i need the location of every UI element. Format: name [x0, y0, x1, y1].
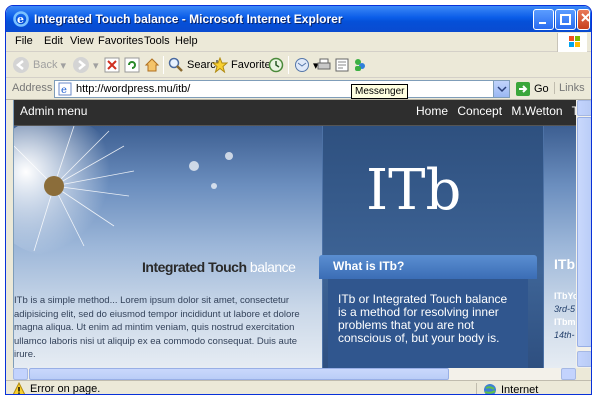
- vertical-scroll-thumb[interactable]: [577, 117, 591, 347]
- menu-edit[interactable]: Edit: [44, 35, 63, 47]
- scroll-right-button[interactable]: [561, 368, 576, 380]
- nav-mwetton-link[interactable]: M.Wetton: [511, 104, 562, 118]
- security-zone[interactable]: Internet: [476, 383, 539, 395]
- what-is-itb-tab[interactable]: What is ITb?: [319, 255, 537, 279]
- horizontal-scroll-thumb[interactable]: [29, 368, 449, 380]
- maximize-button[interactable]: [555, 9, 576, 30]
- error-warning-icon[interactable]: [12, 382, 26, 395]
- status-message: Error on page.: [30, 383, 101, 395]
- what-is-itb-box: ITb or Integrated Touch balance is a met…: [328, 279, 528, 368]
- forward-arrow-icon: [73, 57, 89, 73]
- toolbar-separator: [163, 56, 164, 74]
- zone-label: Internet: [501, 384, 539, 395]
- page-viewport[interactable]: Admin menu Home Concept M.Wetton T: [13, 100, 576, 368]
- toolbar-separator: [288, 56, 289, 74]
- browser-window: e Integrated Touch balance - Microsoft I…: [5, 5, 592, 395]
- history-icon: [268, 57, 284, 73]
- back-dropdown-icon[interactable]: ▾: [60, 59, 66, 72]
- back-button[interactable]: Back ▾: [12, 55, 66, 75]
- window-title: Integrated Touch balance - Microsoft Int…: [34, 12, 343, 26]
- stop-button[interactable]: [104, 55, 120, 75]
- site-nav-links: Home Concept M.Wetton T: [416, 104, 576, 118]
- right-column-heading: ITb: [554, 256, 575, 272]
- nav-home-link[interactable]: Home: [416, 104, 448, 118]
- internet-explorer-icon: e: [13, 11, 29, 27]
- messenger-icon: [355, 59, 365, 71]
- refresh-icon: [124, 57, 140, 73]
- back-arrow-icon: [13, 57, 29, 73]
- refresh-button[interactable]: [124, 55, 140, 75]
- admin-menu-link[interactable]: Admin menu: [20, 104, 87, 118]
- menu-view[interactable]: View: [70, 35, 94, 47]
- vertical-scrollbar[interactable]: [576, 100, 591, 368]
- go-arrow-icon: [516, 82, 530, 96]
- menu-bar: File Edit View Favorites Tools Help: [6, 32, 591, 52]
- scroll-left-button[interactable]: [13, 368, 28, 380]
- minimize-button[interactable]: [533, 9, 554, 30]
- svg-text:e: e: [17, 13, 24, 26]
- maximize-icon: [560, 14, 571, 25]
- search-icon: [168, 57, 183, 72]
- forward-dropdown-icon[interactable]: ▾: [93, 59, 99, 72]
- close-icon: [581, 13, 590, 22]
- mail-icon: [295, 58, 309, 72]
- menu-file[interactable]: File: [15, 35, 33, 47]
- right-item-1[interactable]: ITbYo: [554, 290, 576, 303]
- menu-tools[interactable]: Tools: [144, 35, 170, 47]
- brand-title: Integrated Touch balance: [142, 259, 296, 275]
- site-nav-bar: Admin menu Home Concept M.Wetton T: [14, 100, 576, 126]
- globe-icon: [484, 384, 496, 394]
- links-button[interactable]: Links: [554, 82, 585, 94]
- nav-concept-link[interactable]: Concept: [457, 104, 502, 118]
- mail-button[interactable]: ▾: [294, 55, 319, 75]
- menu-favorites[interactable]: Favorites: [98, 35, 143, 47]
- home-button[interactable]: [144, 55, 160, 75]
- scroll-up-button[interactable]: [577, 100, 591, 116]
- go-label: Go: [534, 83, 549, 95]
- address-url: http://wordpress.mu/itb/: [76, 83, 191, 95]
- menu-help[interactable]: Help: [175, 35, 198, 47]
- address-bar: Address e http://wordpress.mu/itb/ Go Li…: [6, 78, 591, 100]
- print-icon: [317, 58, 331, 70]
- svg-text:e: e: [61, 85, 67, 96]
- windows-flag-icon: [557, 33, 587, 52]
- toolbar: Back ▾ ▾ Search Favorites ▾: [6, 52, 591, 78]
- minimize-icon: [539, 22, 546, 24]
- brand-title-light: balance: [249, 259, 296, 275]
- go-button[interactable]: Go: [515, 81, 549, 97]
- messenger-button[interactable]: [352, 55, 368, 75]
- messenger-tooltip: Messenger: [351, 84, 409, 99]
- brand-title-dark: Integrated Touch: [142, 259, 247, 275]
- forward-button[interactable]: ▾: [72, 55, 99, 75]
- intro-paragraph: ITb is a simple method... Lorem ipsum do…: [14, 295, 300, 360]
- right-item-4: 14th-: [554, 330, 575, 340]
- right-item-2: 3rd-5: [554, 304, 576, 314]
- favorites-star-icon: [212, 57, 228, 73]
- address-input[interactable]: e http://wordpress.mu/itb/: [54, 80, 510, 98]
- edit-button[interactable]: [334, 55, 350, 75]
- favorites-button[interactable]: Favorites: [212, 55, 276, 75]
- dandelion-image: [14, 126, 233, 256]
- page-icon: e: [58, 82, 72, 96]
- horizontal-scrollbar[interactable]: [13, 368, 576, 380]
- close-button[interactable]: [577, 9, 590, 30]
- stop-icon: [104, 57, 120, 73]
- status-bar: Error on page. Internet: [6, 380, 591, 395]
- itb-logo: ITb: [366, 158, 462, 223]
- scroll-down-button[interactable]: [577, 351, 591, 367]
- address-dropdown-button[interactable]: [493, 81, 509, 97]
- print-button[interactable]: [316, 55, 332, 75]
- title-bar[interactable]: e Integrated Touch balance - Microsoft I…: [6, 6, 591, 32]
- edit-page-icon: [335, 58, 349, 72]
- back-label: Back: [33, 59, 58, 71]
- chevron-down-icon: [497, 86, 507, 93]
- address-label: Address: [12, 82, 53, 94]
- media-button[interactable]: [268, 55, 284, 75]
- right-column-list: ITbYo 3rd-5 ITbm 14th-: [554, 290, 576, 342]
- home-icon: [144, 58, 160, 72]
- right-item-3[interactable]: ITbm: [554, 316, 576, 329]
